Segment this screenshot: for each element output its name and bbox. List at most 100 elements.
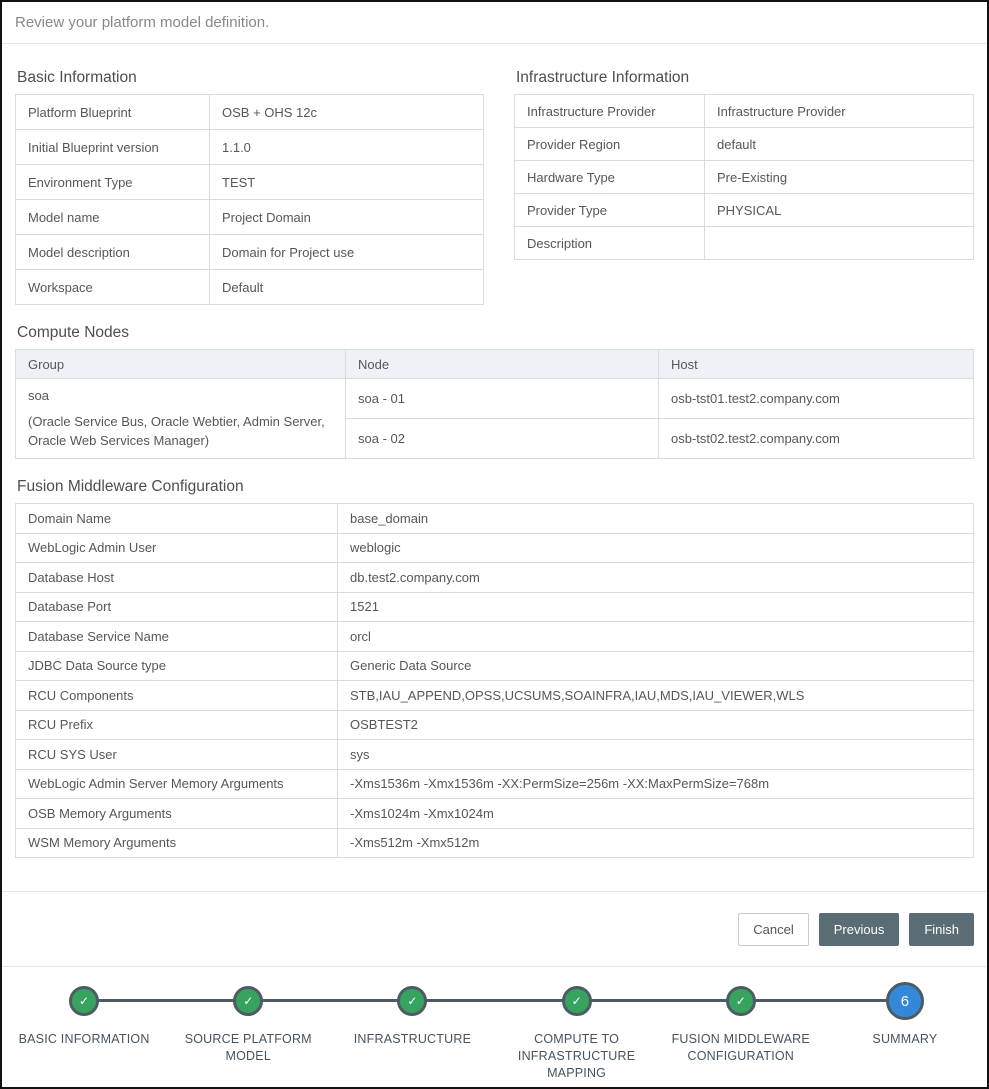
row-label: Database Port: [16, 592, 338, 622]
basic-information-section: Basic Information Platform Blueprint OSB…: [15, 69, 484, 305]
infrastructure-information-section: Infrastructure Information Infrastructur…: [514, 69, 974, 305]
node-cell: soa - 01: [346, 379, 659, 419]
step-label: INFRASTRUCTURE: [354, 1031, 471, 1048]
row-label: RCU SYS User: [16, 740, 338, 770]
row-value: 1.1.0: [210, 130, 484, 165]
section-heading-compute-nodes: Compute Nodes: [17, 324, 974, 342]
section-heading-infrastructure-information: Infrastructure Information: [516, 69, 974, 87]
wizard-stepper: ✓ BASIC INFORMATION ✓ SOURCE PLATFORM MO…: [2, 966, 987, 1087]
table-row: Model description Domain for Project use: [16, 235, 484, 270]
row-label: RCU Components: [16, 681, 338, 711]
check-icon[interactable]: ✓: [562, 986, 592, 1016]
wizard-dialog: Review your platform model definition. B…: [0, 0, 989, 1089]
row-label: RCU Prefix: [16, 710, 338, 740]
row-value: Pre-Existing: [705, 161, 974, 194]
table-row: Provider Region default: [515, 128, 974, 161]
table-row: RCU Prefix OSBTEST2: [16, 710, 974, 740]
table-row: Infrastructure Provider Infrastructure P…: [515, 95, 974, 128]
table-row: OSB Memory Arguments -Xms1024m -Xmx1024m: [16, 799, 974, 829]
row-value: sys: [338, 740, 974, 770]
row-value: [705, 227, 974, 260]
step-label: BASIC INFORMATION: [19, 1031, 150, 1048]
row-label: Model description: [16, 235, 210, 270]
row-value: Infrastructure Provider: [705, 95, 974, 128]
row-value: orcl: [338, 622, 974, 652]
check-icon[interactable]: ✓: [726, 986, 756, 1016]
row-label: Provider Type: [515, 194, 705, 227]
row-label: Hardware Type: [515, 161, 705, 194]
table-row: Database Host db.test2.company.com: [16, 563, 974, 593]
row-value: Default: [210, 270, 484, 305]
section-heading-basic-information: Basic Information: [17, 69, 484, 87]
table-row: soa (Oracle Service Bus, Oracle Webtier,…: [16, 379, 974, 419]
cancel-button[interactable]: Cancel: [738, 913, 808, 946]
table-row: Database Service Name orcl: [16, 622, 974, 652]
row-label: Platform Blueprint: [16, 95, 210, 130]
row-value: default: [705, 128, 974, 161]
row-value: -Xms512m -Xmx512m: [338, 828, 974, 858]
row-value: Generic Data Source: [338, 651, 974, 681]
row-label: Provider Region: [515, 128, 705, 161]
row-value: Domain for Project use: [210, 235, 484, 270]
table-row: Workspace Default: [16, 270, 484, 305]
table-row: WebLogic Admin Server Memory Arguments -…: [16, 769, 974, 799]
stepper-steps: ✓ BASIC INFORMATION ✓ SOURCE PLATFORM MO…: [2, 967, 987, 1082]
row-label: Domain Name: [16, 504, 338, 534]
row-label: JDBC Data Source type: [16, 651, 338, 681]
host-cell: osb-tst02.test2.company.com: [659, 419, 974, 459]
column-header-group: Group: [16, 350, 346, 379]
row-label: OSB Memory Arguments: [16, 799, 338, 829]
row-value: base_domain: [338, 504, 974, 534]
step-label: SOURCE PLATFORM MODEL: [173, 1031, 323, 1065]
step-icon-wrap: ✓: [233, 982, 263, 1020]
table-row: Initial Blueprint version 1.1.0: [16, 130, 484, 165]
step-icon-wrap: ✓: [69, 982, 99, 1020]
row-label: Infrastructure Provider: [515, 95, 705, 128]
table-row: Environment Type TEST: [16, 165, 484, 200]
table-row: JDBC Data Source type Generic Data Sourc…: [16, 651, 974, 681]
row-value: weblogic: [338, 533, 974, 563]
summary-content: Basic Information Platform Blueprint OSB…: [2, 44, 987, 858]
top-row: Basic Information Platform Blueprint OSB…: [15, 69, 974, 305]
step-icon-wrap: ✓: [726, 982, 756, 1020]
table-row: Hardware Type Pre-Existing: [515, 161, 974, 194]
row-value: TEST: [210, 165, 484, 200]
table-row: WebLogic Admin User weblogic: [16, 533, 974, 563]
check-icon[interactable]: ✓: [397, 986, 427, 1016]
section-heading-fusion-middleware-configuration: Fusion Middleware Configuration: [17, 478, 974, 496]
table-row: WSM Memory Arguments -Xms512m -Xmx512m: [16, 828, 974, 858]
compute-nodes-section: Compute Nodes Group Node Host soa (Oracl…: [15, 324, 974, 459]
finish-button[interactable]: Finish: [909, 913, 974, 946]
footer-actions: Cancel Previous Finish: [2, 891, 987, 966]
row-value: db.test2.company.com: [338, 563, 974, 593]
step-source-platform-model[interactable]: ✓ SOURCE PLATFORM MODEL: [166, 967, 330, 1082]
row-label: WSM Memory Arguments: [16, 828, 338, 858]
node-cell: soa - 02: [346, 419, 659, 459]
table-row: Domain Name base_domain: [16, 504, 974, 534]
step-label: FUSION MIDDLEWARE CONFIGURATION: [666, 1031, 816, 1065]
step-icon-wrap: 6: [886, 982, 924, 1020]
group-name: soa: [28, 388, 333, 403]
row-label: Environment Type: [16, 165, 210, 200]
previous-button[interactable]: Previous: [819, 913, 900, 946]
step-summary[interactable]: 6 SUMMARY: [823, 967, 987, 1082]
check-icon[interactable]: ✓: [233, 986, 263, 1016]
step-infrastructure[interactable]: ✓ INFRASTRUCTURE: [330, 967, 494, 1082]
step-label: SUMMARY: [872, 1031, 937, 1048]
host-cell: osb-tst01.test2.company.com: [659, 379, 974, 419]
table-row: Database Port 1521: [16, 592, 974, 622]
row-value: OSBTEST2: [338, 710, 974, 740]
row-label: Description: [515, 227, 705, 260]
check-icon[interactable]: ✓: [69, 986, 99, 1016]
table-row: Description: [515, 227, 974, 260]
group-description: (Oracle Service Bus, Oracle Webtier, Adm…: [28, 413, 333, 451]
row-label: Initial Blueprint version: [16, 130, 210, 165]
step-basic-information[interactable]: ✓ BASIC INFORMATION: [2, 967, 166, 1082]
active-step-number[interactable]: 6: [886, 982, 924, 1020]
wizard-titlebar: Review your platform model definition.: [2, 2, 987, 44]
step-fusion-middleware-configuration[interactable]: ✓ FUSION MIDDLEWARE CONFIGURATION: [659, 967, 823, 1082]
step-compute-to-infrastructure-mapping[interactable]: ✓ COMPUTE TO INFRASTRUCTURE MAPPING: [495, 967, 659, 1082]
row-value: PHYSICAL: [705, 194, 974, 227]
compute-nodes-table: Group Node Host soa (Oracle Service Bus,…: [15, 349, 974, 459]
fusion-middleware-configuration-section: Fusion Middleware Configuration Domain N…: [15, 478, 974, 858]
